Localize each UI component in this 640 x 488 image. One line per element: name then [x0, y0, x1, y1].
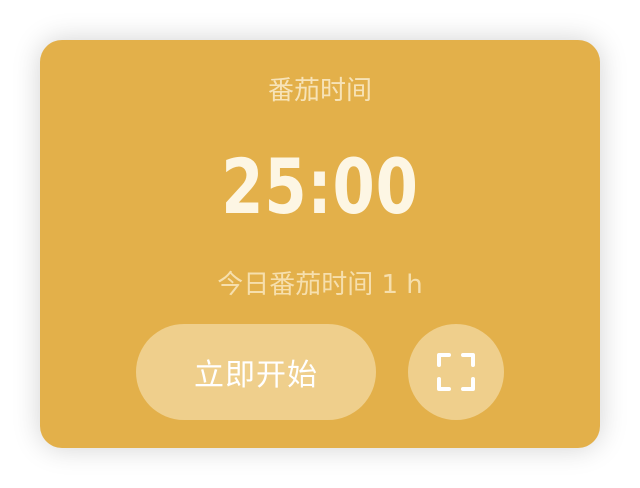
start-button[interactable]: 立即开始 — [136, 324, 376, 420]
today-summary: 今日番茄时间 1 h — [217, 270, 423, 300]
card-title: 番茄时间 — [267, 76, 372, 106]
fullscreen-icon — [437, 353, 475, 391]
timer-display: 25:00 — [221, 142, 419, 231]
pomodoro-card: 番茄时间 25:00 今日番茄时间 1 h 立即开始 — [40, 40, 600, 448]
start-button-label: 立即开始 — [194, 358, 318, 393]
fullscreen-button[interactable] — [408, 324, 504, 420]
